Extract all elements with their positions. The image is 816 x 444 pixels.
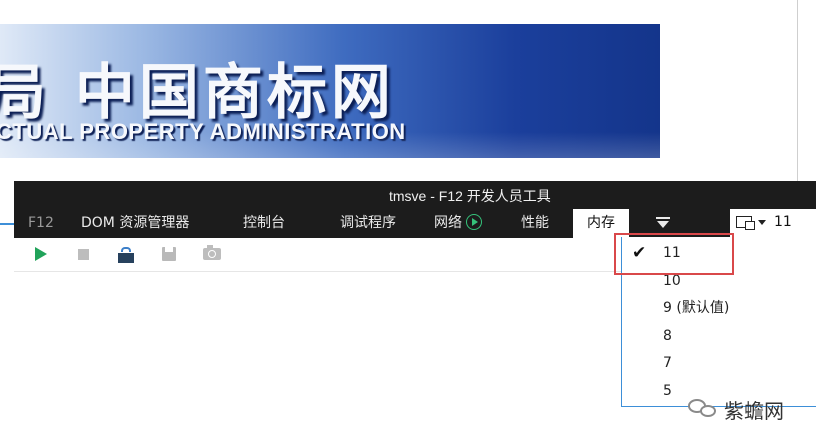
focus-line: [0, 223, 14, 225]
banner-title-en: CTUAL PROPERTY ADMINISTRATION: [0, 119, 406, 144]
tab-debugger[interactable]: 调试程序: [340, 209, 396, 238]
tabs-overflow-icon[interactable]: [656, 216, 670, 230]
import-icon[interactable]: [118, 247, 134, 263]
page-divider: [797, 0, 798, 182]
chevron-down-icon: [758, 220, 766, 225]
site-banner: 局 中国商标网 CTUAL PROPERTY ADMINISTRATION: [0, 24, 660, 158]
tab-console[interactable]: 控制台: [243, 209, 285, 238]
network-play-icon: [466, 214, 482, 230]
save-icon[interactable]: [162, 247, 176, 261]
tab-network[interactable]: 网络: [434, 209, 482, 238]
watermark-text: 紫蟾网: [724, 399, 784, 423]
emulation-monitor-icon: [736, 216, 755, 230]
menu-item-8[interactable]: 8: [622, 323, 816, 350]
play-icon[interactable]: [35, 247, 47, 261]
devtools-titlebar: tmsve - F12 开发人员工具: [14, 181, 816, 209]
menu-item-5[interactable]: 5: [622, 378, 816, 405]
tab-dom-explorer[interactable]: DOM 资源管理器: [81, 209, 189, 238]
tab-f12[interactable]: F12: [28, 209, 54, 238]
document-mode-selector[interactable]: 11: [730, 209, 816, 238]
menu-item-9[interactable]: 9 (默认值): [622, 295, 816, 322]
camera-icon[interactable]: [203, 245, 221, 260]
tab-network-label: 网络: [434, 215, 462, 231]
banner-title-cn: 局 中国商标网: [0, 58, 395, 128]
document-mode-value: 11: [774, 214, 792, 230]
stop-icon[interactable]: [78, 249, 89, 260]
tab-performance[interactable]: 性能: [521, 209, 549, 238]
window-title: tmsve - F12 开发人员工具: [389, 188, 551, 204]
menu-item-7[interactable]: 7: [622, 350, 816, 377]
selection-highlight-box: [614, 233, 734, 275]
wechat-icon: [688, 397, 718, 419]
